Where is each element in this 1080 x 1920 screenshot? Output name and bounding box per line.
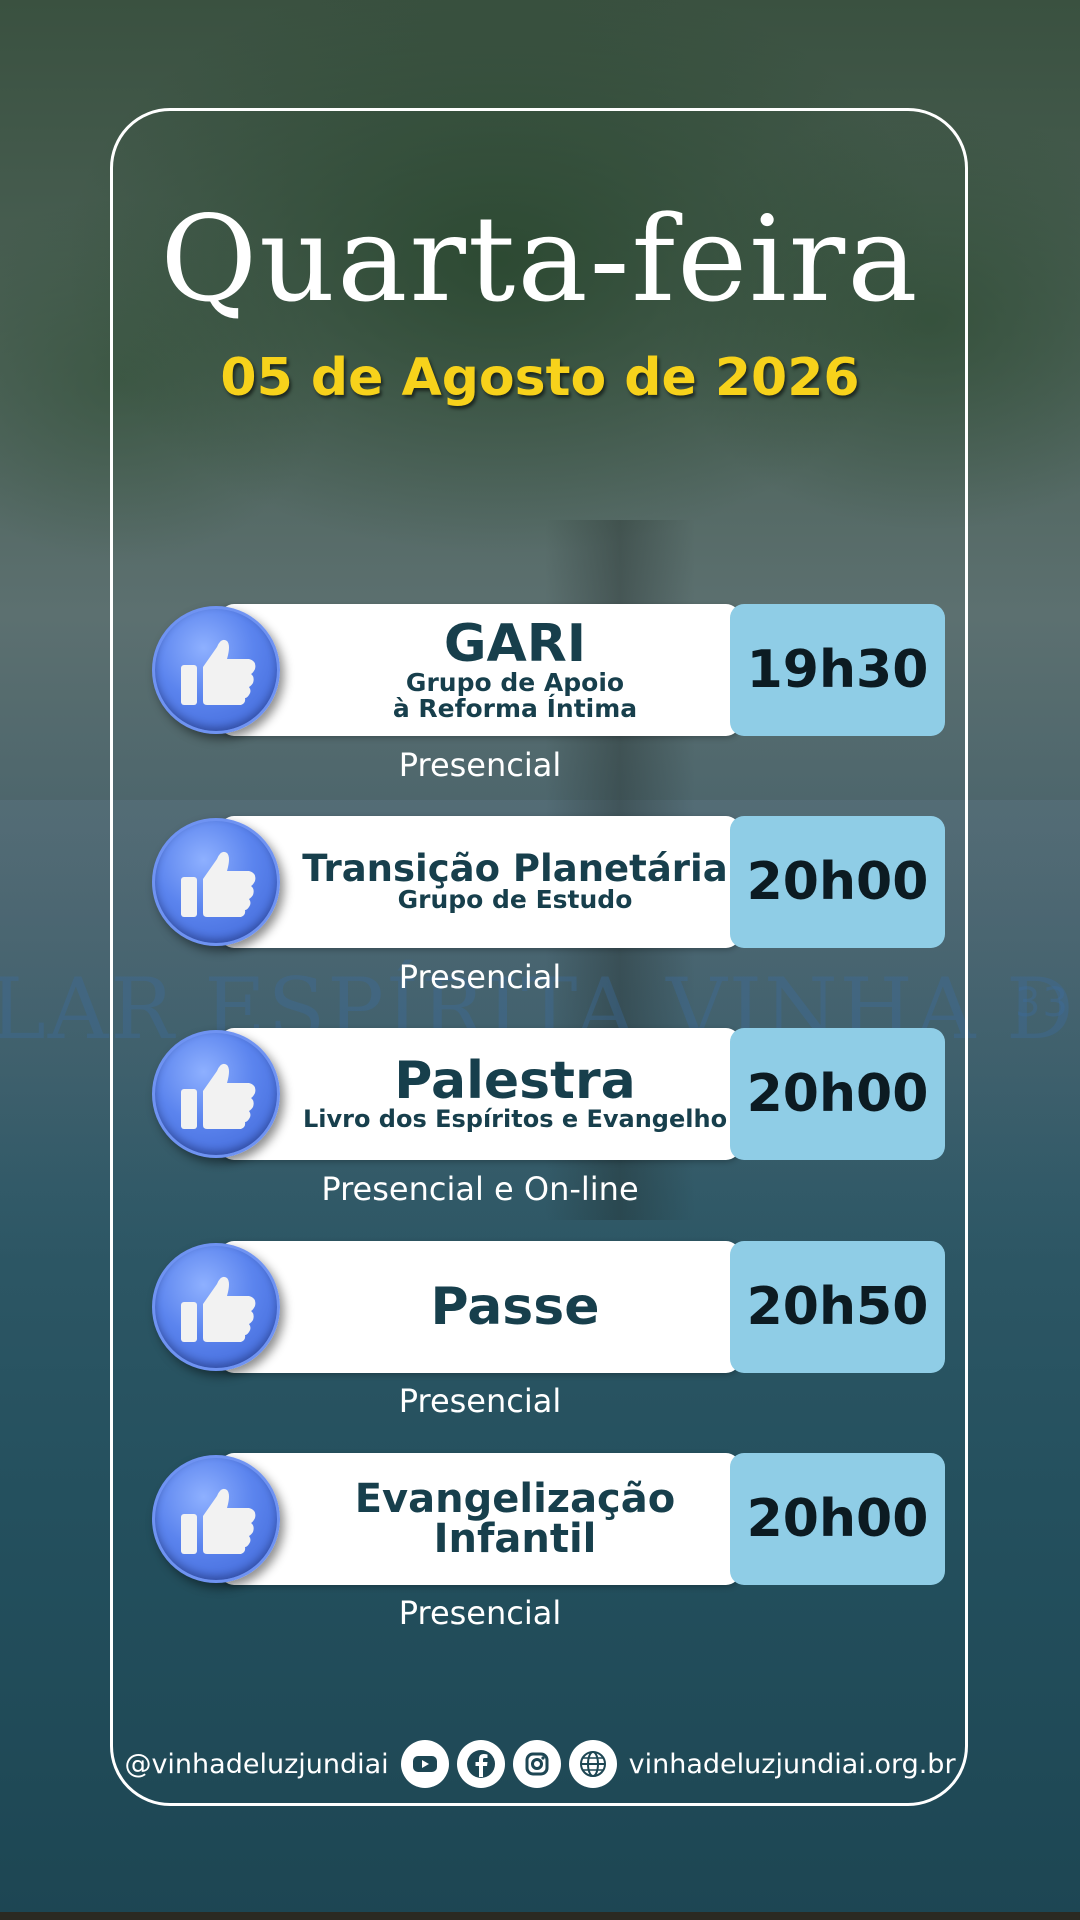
event-passe: Passe 20h50 — [150, 1241, 945, 1377]
event-title: Palestra — [394, 1051, 636, 1112]
thumbs-up-icon — [152, 606, 280, 734]
event-card: Evangelização Infantil — [220, 1453, 740, 1585]
globe-icon[interactable] — [568, 1740, 617, 1788]
event-card: Palestra Livro dos Espíritos e Evangelho — [220, 1028, 740, 1160]
event-mode: Presencial — [398, 1594, 562, 1632]
event-mode: Presencial e On-line — [321, 1170, 639, 1208]
thumbs-up-icon — [152, 1030, 280, 1158]
event-time: 20h50 — [730, 1241, 945, 1373]
event-card: GARI Grupo de Apoio à Reforma Íntima — [220, 604, 740, 736]
instagram-icon[interactable] — [512, 1740, 561, 1788]
event-title: Evangelização — [354, 1476, 676, 1522]
event-title: Transição Planetária — [302, 847, 728, 891]
event-time: 20h00 — [730, 816, 945, 948]
event-time: 19h30 — [730, 604, 945, 736]
event-time: 20h00 — [730, 1453, 945, 1585]
event-gari: GARI Grupo de Apoio à Reforma Íntima 19h… — [150, 604, 945, 740]
event-evangelizacao-infantil: Evangelização Infantil 20h00 — [150, 1453, 945, 1589]
event-mode: Presencial — [398, 958, 562, 996]
event-card: Transição Planetária Grupo de Estudo — [220, 816, 740, 948]
facebook-icon[interactable] — [456, 1740, 505, 1788]
thumbs-up-icon — [152, 1243, 280, 1371]
event-title: Infantil — [433, 1516, 597, 1562]
event-card: Passe — [220, 1241, 740, 1373]
thumbs-up-icon — [152, 818, 280, 946]
social-handle[interactable]: @vinhadeluzjundiai — [124, 1749, 388, 1780]
event-palestra: Palestra Livro dos Espíritos e Evangelho… — [150, 1028, 945, 1164]
event-time: 20h00 — [730, 1028, 945, 1160]
youtube-icon[interactable] — [400, 1740, 449, 1788]
event-title: GARI — [443, 613, 587, 674]
event-subtitle: à Reforma Íntima — [392, 694, 638, 723]
event-mode: Presencial — [398, 746, 562, 784]
event-subtitle: Grupo de Estudo — [397, 885, 633, 915]
thumbs-up-icon — [152, 1455, 280, 1583]
event-transicao-planetaria: Transição Planetária Grupo de Estudo 20h… — [150, 816, 945, 952]
event-mode: Presencial — [398, 1382, 562, 1420]
date-subtitle: 05 de Agosto de 2026 — [220, 348, 860, 408]
footer: @vinhadeluzjundiai vinhadeluzjundiai.org… — [0, 1738, 1080, 1790]
event-title: Passe — [430, 1277, 600, 1337]
event-subtitle: Livro dos Espíritos e Evangelho — [302, 1105, 728, 1134]
day-title: Quarta-feira — [160, 190, 920, 328]
event-subtitle: Grupo de Apoio — [405, 667, 625, 697]
house-number: 33 — [1015, 980, 1070, 1026]
website-link[interactable]: vinhadeluzjundiai.org.br — [629, 1749, 956, 1780]
bottom-strip — [0, 1912, 1080, 1920]
